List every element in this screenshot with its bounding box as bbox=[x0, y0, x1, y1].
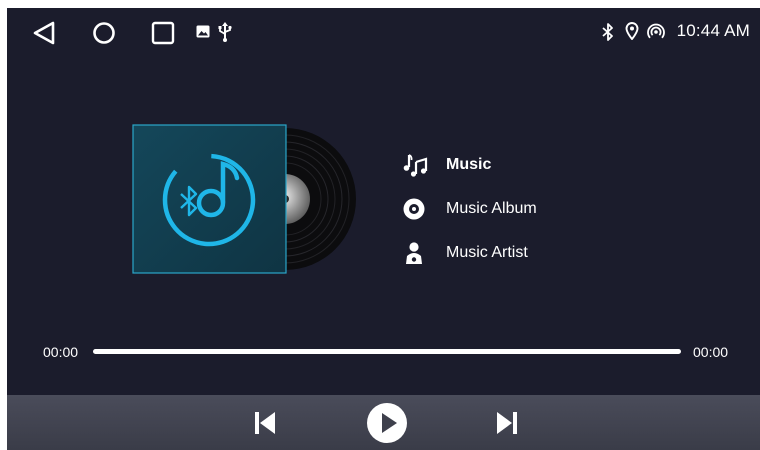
music-notes-icon bbox=[402, 152, 432, 178]
home-icon[interactable] bbox=[91, 20, 117, 46]
album-art bbox=[125, 120, 375, 280]
menu-item-music-artist[interactable]: Music Artist bbox=[402, 231, 537, 275]
recents-icon[interactable] bbox=[150, 20, 176, 46]
status-bar: 10:44 AM bbox=[7, 8, 760, 54]
album-disc-icon bbox=[402, 196, 432, 222]
menu-label-music: Music bbox=[446, 156, 492, 173]
location-icon bbox=[625, 22, 639, 45]
menu-label-music-artist: Music Artist bbox=[446, 244, 528, 261]
menu-item-music[interactable]: Music bbox=[402, 143, 537, 187]
current-time: 00:00 bbox=[43, 344, 79, 360]
total-time: 00:00 bbox=[693, 344, 729, 360]
car-music-screen: 10:44 AM Music Music Album Music Artist … bbox=[7, 8, 760, 450]
bluetooth-icon bbox=[602, 23, 614, 46]
playback-controls bbox=[7, 395, 760, 450]
hotspot-icon bbox=[647, 22, 665, 45]
music-source-menu: Music Music Album Music Artist bbox=[402, 143, 537, 275]
progress-slider[interactable] bbox=[93, 349, 681, 354]
previous-track-icon[interactable] bbox=[253, 410, 277, 441]
menu-label-music-album: Music Album bbox=[446, 200, 537, 217]
usb-icon bbox=[218, 22, 232, 47]
clock: 10:44 AM bbox=[676, 21, 750, 40]
back-icon[interactable] bbox=[31, 20, 57, 46]
play-icon[interactable] bbox=[366, 402, 408, 449]
image-icon bbox=[196, 25, 210, 43]
next-track-icon[interactable] bbox=[495, 410, 519, 441]
artist-icon bbox=[402, 240, 432, 266]
menu-item-music-album[interactable]: Music Album bbox=[402, 187, 537, 231]
